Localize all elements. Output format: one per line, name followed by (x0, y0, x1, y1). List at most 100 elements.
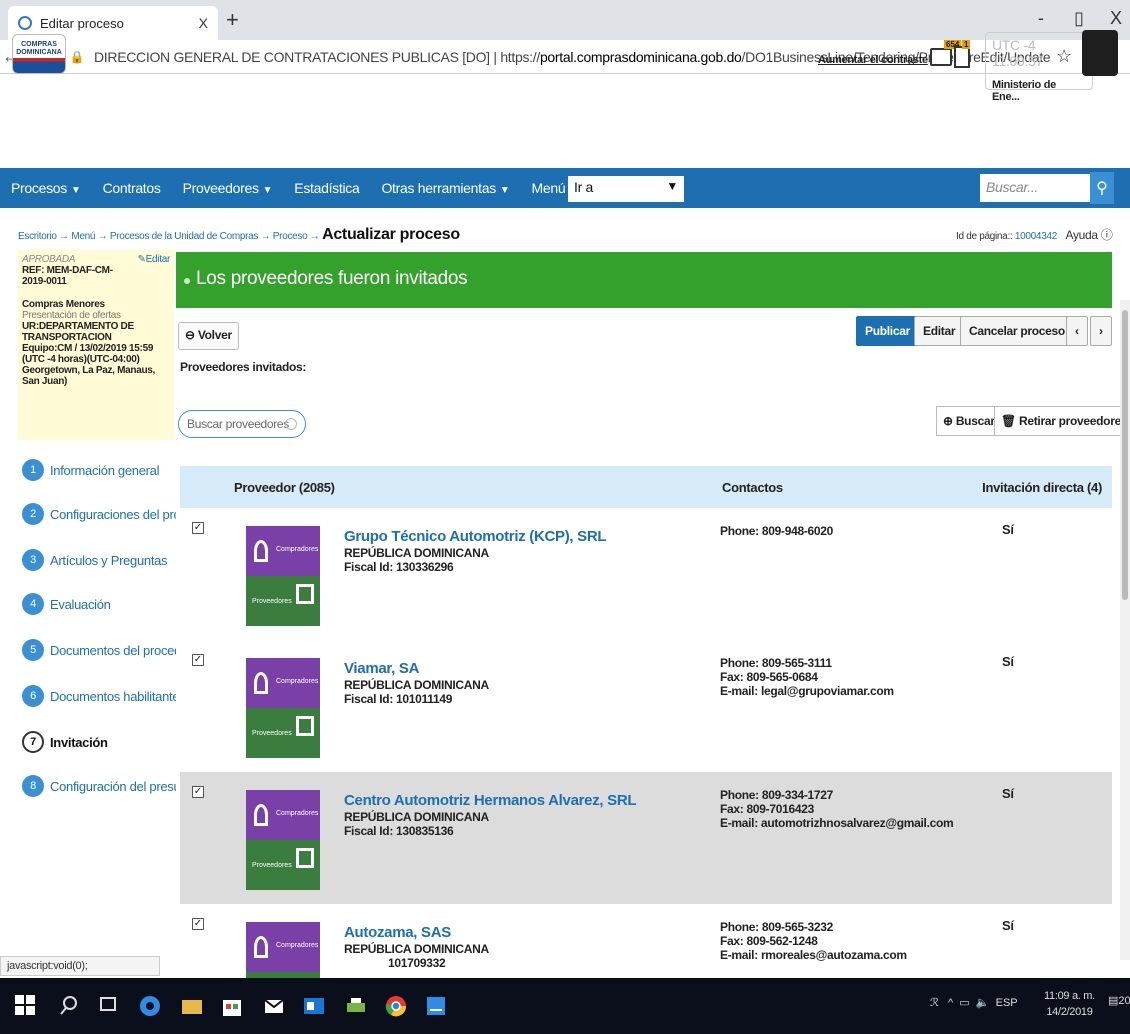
step-informacion-general[interactable]: 1 Información general (22, 452, 176, 488)
step-invitacion[interactable]: 7 Invitación (22, 724, 176, 760)
supplier-logo: Compradores Proveedores (246, 790, 320, 890)
notification-icon: ▤ (1108, 995, 1119, 1007)
row-checkbox[interactable]: ✓ (192, 918, 204, 930)
help-icon: ⓘ (1100, 228, 1113, 242)
row-checkbox[interactable]: ✓ (192, 786, 204, 798)
step-number: 4 (22, 593, 44, 615)
remove-suppliers-button[interactable]: 🗑 Retirar proveedores (994, 406, 1130, 436)
crumb-sep: → (260, 231, 271, 242)
step-documentos-procedimiento[interactable]: 5 Documentos del procedi... (22, 632, 176, 668)
supplier-name-link[interactable]: Autozama, SAS (344, 924, 451, 941)
step-number: 2 (22, 503, 44, 525)
edge-icon (18, 16, 32, 30)
supplier-name-link[interactable]: Centro Automotriz Hermanos Alvarez, SRL (344, 792, 637, 809)
supplier-contacts: Phone: 809-565-3232 Fax: 809-562-1248 E-… (720, 920, 907, 962)
edge-icon[interactable] (138, 994, 162, 1018)
volume-icon[interactable]: 🔈 (976, 997, 990, 1009)
nav-contratos[interactable]: Contratos (92, 180, 172, 196)
crumb-sep: → (59, 231, 69, 242)
windows-start-icon[interactable] (14, 994, 38, 1018)
search-icon[interactable] (58, 994, 82, 1018)
publish-button[interactable]: Publicar (856, 316, 919, 346)
minimize-button[interactable]: - (1038, 8, 1044, 29)
restore-button[interactable]: ▯ (1074, 8, 1084, 29)
tab-close-icon[interactable]: X (199, 15, 208, 31)
chevron-up-icon[interactable]: ^ (948, 997, 953, 1009)
edit-button[interactable]: Editar (914, 316, 965, 346)
nav-estadistica[interactable]: Estadística (283, 180, 370, 196)
process-type: Compras Menores (22, 299, 105, 310)
notification-center[interactable]: ▤20 (1108, 994, 1130, 1007)
chrome-icon[interactable] (384, 994, 408, 1018)
next-button[interactable]: › (1090, 316, 1112, 346)
step-number: 3 (22, 549, 44, 571)
house-icon (296, 584, 314, 604)
close-window-button[interactable]: X (1110, 8, 1122, 29)
step-evaluacion[interactable]: 4 Evaluación (22, 586, 176, 622)
crumb-procesos-unidad[interactable]: Procesos de la Unidad de Compras (110, 231, 259, 242)
document-icon[interactable] (954, 46, 970, 68)
search-icon[interactable]: ⚲ (1090, 172, 1114, 204)
supplier-email: E-mail: automotrizhnosalvarez@gmail.com (720, 816, 954, 830)
store-icon[interactable] (220, 994, 244, 1018)
supplier-name-link[interactable]: Viamar, SA (344, 660, 419, 677)
edit-label: Editar (145, 254, 171, 265)
column-supplier[interactable]: Proveedor (2085) (234, 480, 335, 495)
network-icon[interactable]: ▭ (959, 997, 969, 1009)
people-icon[interactable]: ℛ (930, 997, 939, 1009)
outlook-icon[interactable] (302, 994, 326, 1018)
back-button[interactable]: ⊖ Volver (178, 322, 239, 350)
nav-procesos[interactable]: Procesos ▼ (0, 180, 92, 196)
step-label: Documentos habilitantes (50, 688, 176, 704)
supplier-search-input[interactable]: Buscar proveedores (178, 410, 306, 438)
user-box[interactable]: UTC -4 11:09:57 Ministerio de Ene... (985, 32, 1093, 103)
supplier-fax: Fax: 809-562-1248 (720, 934, 818, 948)
crumb-proceso[interactable]: Proceso (273, 231, 308, 242)
task-view-icon[interactable] (98, 994, 122, 1018)
nav-proveedores[interactable]: Proveedores ▼ (172, 180, 284, 196)
crumb-escritorio[interactable]: Escritorio (18, 231, 57, 242)
scrollbar-thumb[interactable] (1122, 310, 1128, 600)
column-direct-invitation[interactable]: Invitación directa (4) (982, 480, 1102, 495)
document-app-icon[interactable] (424, 994, 448, 1018)
crumb-menu[interactable]: Menú (71, 231, 95, 242)
taskbar-clock[interactable]: 11:09 a. m. 14/2/2019 (1044, 988, 1095, 1020)
supplier-search-placeholder: Buscar proveedores (187, 417, 289, 431)
table-row: ✓ Compradores Proveedores Grupo Técnico … (180, 508, 1112, 640)
step-documentos-habilitantes[interactable]: 6 Documentos habilitantes (22, 678, 176, 714)
page-id: Id de página:: 10004342 Ayuda ⓘ (956, 226, 1113, 243)
search-button[interactable]: ⊕ Buscar (936, 406, 1002, 436)
file-explorer-icon[interactable] (180, 994, 204, 1018)
supplier-name-link[interactable]: Grupo Técnico Automotriz (KCP), SRL (344, 528, 607, 545)
new-tab-button[interactable]: + (226, 9, 239, 31)
supplier-phone: Phone: 809-334-1727 (720, 788, 834, 802)
language-indicator[interactable]: ESP (996, 997, 1018, 1009)
process-phase: Presentación de ofertas (22, 310, 121, 321)
mail-icon[interactable] (930, 48, 952, 66)
nav-otras-herramientas[interactable]: Otras herramientas ▼ (370, 180, 520, 196)
prev-button[interactable]: ‹ (1066, 316, 1088, 346)
go-to-select[interactable]: Ir a ▼ (568, 176, 684, 202)
edit-link[interactable]: ✎Editar (138, 254, 171, 265)
step-articulos[interactable]: 3 Artículos y Preguntas (22, 542, 176, 578)
help-link[interactable]: Ayuda ⓘ (1065, 228, 1112, 242)
contrast-link[interactable]: Aumentar el contraste (818, 54, 928, 66)
step-configuraciones[interactable]: 2 Configuraciones del proc... (22, 496, 176, 532)
step-label: Artículos y Preguntas (50, 552, 168, 568)
browser-status-bar: javascript:void(0); (0, 956, 160, 976)
search-input[interactable]: Buscar... (980, 174, 1090, 202)
row-checkbox[interactable]: ✓ (192, 654, 204, 666)
printer-icon[interactable] (344, 994, 368, 1018)
step-configuracion-presupuesto[interactable]: 8 Configuración del presup... (22, 768, 176, 804)
supplier-fiscal-id: Fiscal Id: 130336296 (344, 560, 454, 574)
step-label: Evaluación (50, 596, 111, 612)
mail-icon[interactable] (262, 994, 286, 1018)
invited-suppliers-title: Proveedores invitados: (180, 360, 307, 374)
compras-logo[interactable]: COMPRAS DOMINICANA (12, 34, 66, 74)
column-contacts[interactable]: Contactos (722, 480, 783, 495)
cancel-process-button[interactable]: Cancelar proceso (960, 316, 1074, 346)
row-checkbox[interactable]: ✓ (192, 522, 204, 534)
logo-top-text: Compradores (276, 810, 319, 817)
avatar[interactable] (1082, 30, 1118, 76)
help-label: Ayuda (1065, 228, 1098, 242)
